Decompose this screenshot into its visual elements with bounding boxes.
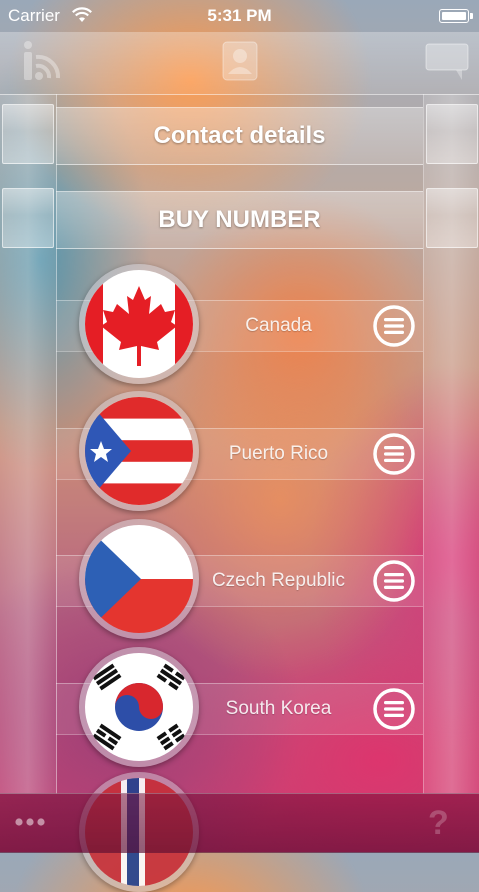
menu-icon[interactable]: [372, 432, 416, 476]
status-bar: Carrier 5:31 PM: [0, 0, 479, 32]
country-name: Czech Republic: [211, 570, 346, 591]
rail-block: [2, 188, 54, 248]
right-rail: [423, 94, 479, 794]
bottom-toolbar: ?: [0, 793, 479, 853]
rail-block: [2, 104, 54, 164]
contact-details-button[interactable]: Contact details: [56, 107, 423, 165]
top-toolbar: [0, 32, 479, 95]
rail-block: [426, 188, 478, 248]
more-dots-icon[interactable]: [14, 812, 46, 832]
menu-icon[interactable]: [372, 559, 416, 603]
czech-flag-icon[interactable]: [79, 519, 199, 639]
clock: 5:31 PM: [207, 6, 272, 25]
puerto-rico-flag-icon[interactable]: [79, 391, 199, 511]
contact-details-label: Contact details: [153, 122, 326, 149]
chat-bubble-icon[interactable]: [424, 38, 470, 84]
battery-icon: [439, 9, 473, 23]
left-rail: [0, 94, 57, 794]
info-wifi-icon[interactable]: [18, 38, 64, 84]
buy-number-button[interactable]: BUY NUMBER: [56, 191, 423, 249]
rail-block: [426, 104, 478, 164]
contacts-icon[interactable]: [217, 38, 263, 84]
menu-icon[interactable]: [372, 687, 416, 731]
country-name: Puerto Rico: [228, 443, 329, 464]
country-name: South Korea: [225, 698, 332, 719]
country-name: Canada: [245, 315, 312, 336]
canada-flag-icon[interactable]: [79, 264, 199, 384]
menu-icon[interactable]: [372, 304, 416, 348]
buy-number-label: BUY NUMBER: [158, 206, 321, 233]
help-icon[interactable]: ?: [428, 804, 449, 843]
south-korea-flag-icon[interactable]: [79, 647, 199, 767]
